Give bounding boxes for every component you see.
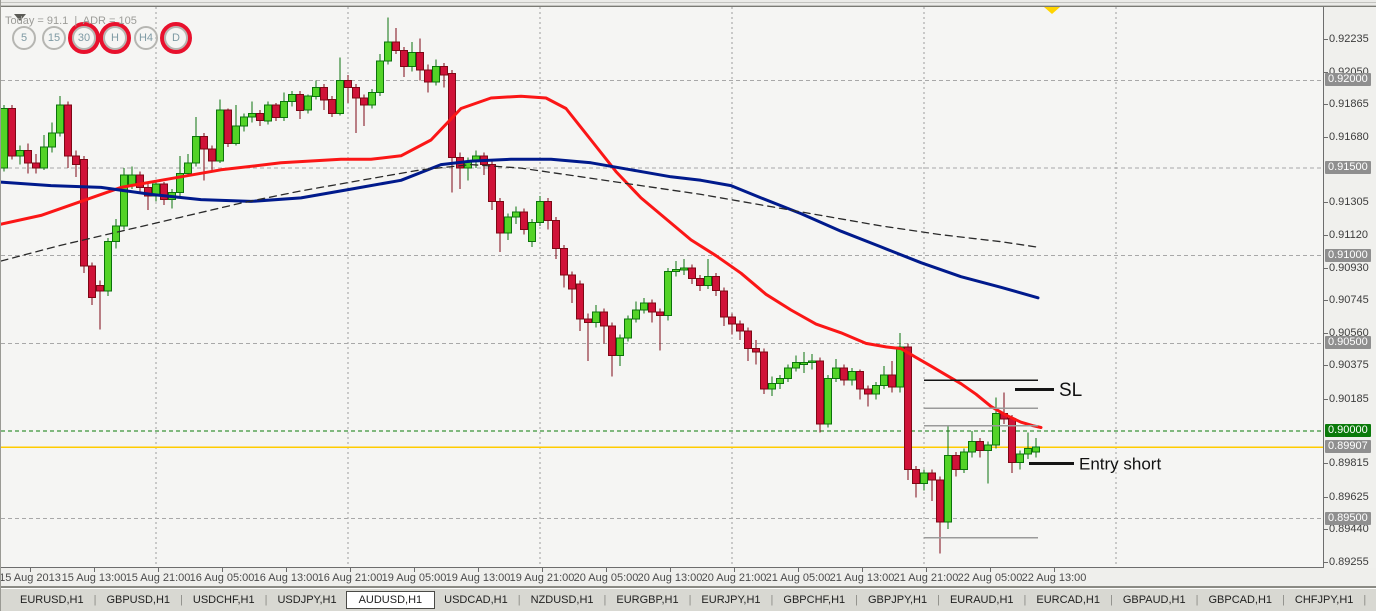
candlestick-series (1, 7, 1323, 567)
tab-gbpusd[interactable]: GBPUSD,H1 (97, 592, 179, 608)
tab-euraud[interactable]: EURAUD,H1 (941, 592, 1023, 608)
price-tick-label: 0.92235 (1324, 33, 1369, 45)
entry-pointer-label: Entry short (1079, 455, 1161, 474)
price-level-label: 0.89500 (1325, 512, 1371, 525)
red-annotation-circle (99, 22, 131, 54)
time-tick-label: 15 Aug 21:00 (125, 572, 191, 584)
time-tick-label: 16 Aug 05:00 (189, 572, 255, 584)
price-level-label: 0.90500 (1325, 336, 1371, 349)
price-tick-label: 0.90745 (1324, 294, 1369, 306)
tab-cadjpy[interactable]: CADJPY,H1 (1367, 592, 1376, 608)
timeframe-button-h4[interactable]: H4 (134, 26, 158, 50)
price-axis: 0.92235 0.92050 0.91865 0.91680 0.91305 0.911… (1323, 7, 1376, 568)
price-tick-label: 0.89255 (1324, 556, 1369, 568)
time-tick-label: 20 Aug 13:00 (637, 572, 703, 584)
window-top-strip (1, 0, 1376, 7)
tab-gbpjpy[interactable]: GBPJPY,H1 (859, 592, 936, 608)
price-tick-label: 0.89815 (1324, 457, 1369, 469)
red-annotation-circle (68, 22, 100, 54)
time-tick-label: 22 Aug 05:00 (957, 572, 1023, 584)
time-tick-label: 16 Aug 21:00 (317, 572, 383, 584)
chart-window: SL Entry short 5 15 30 H H4 D Today = 91.1 | A… (0, 0, 1376, 611)
time-tick-label: 19 Aug 21:00 (509, 572, 575, 584)
sl-pointer-label: SL (1059, 380, 1082, 401)
price-level-label: 0.91500 (1325, 161, 1371, 174)
tab-audusd[interactable]: AUDUSD,H1 (345, 591, 436, 609)
tab-usdchf[interactable]: USDCHF,H1 (184, 592, 264, 608)
tab-eurcad[interactable]: EURCAD,H1 (1027, 592, 1109, 608)
price-tick-label: 0.90930 (1324, 262, 1369, 274)
time-marker-icon (1044, 7, 1060, 14)
tab-eurusd[interactable]: EURUSD,H1 (11, 592, 93, 608)
price-tick-label: 0.89625 (1324, 491, 1369, 503)
tab-gbpaud[interactable]: GBPAUD,H1 (1114, 592, 1195, 608)
timeframe-button-5[interactable]: 5 (12, 26, 36, 50)
price-tick-label: 0.90185 (1324, 393, 1369, 405)
current-price-label: 0.89907 (1325, 440, 1371, 453)
time-tick-label: 20 Aug 05:00 (573, 572, 639, 584)
tab-gbpchf[interactable]: GBPCHF,H1 (774, 592, 854, 608)
time-tick-label: 21 Aug 21:00 (893, 572, 959, 584)
price-tick-label: 0.91680 (1324, 131, 1369, 143)
price-tick-label: 0.91120 (1324, 229, 1368, 241)
tab-gbpcad[interactable]: GBPCAD,H1 (1199, 592, 1281, 608)
price-level-label: 0.91000 (1325, 249, 1371, 262)
tab-chfjpy[interactable]: CHFJPY,H1 (1286, 592, 1362, 608)
time-tick-label: 16 Aug 13:00 (253, 572, 319, 584)
price-tick-label: 0.90375 (1324, 359, 1369, 371)
chart-plot-area[interactable]: SL Entry short 5 15 30 H H4 D Today = 91.1 | A… (1, 7, 1323, 567)
tab-usdcad[interactable]: USDCAD,H1 (435, 592, 517, 608)
price-level-label: 0.92000 (1325, 73, 1371, 86)
time-tick-label: 15 Aug 13:00 (61, 572, 127, 584)
time-axis: 15 Aug 2013 15 Aug 13:00 15 Aug 21:00 16 Au… (1, 567, 1323, 588)
red-annotation-circle (160, 22, 192, 54)
corner-marker-icon (14, 14, 26, 21)
time-tick-label: 19 Aug 13:00 (445, 572, 511, 584)
timeframe-button-15[interactable]: 15 (42, 26, 66, 50)
price-tick-label: 0.91865 (1324, 98, 1369, 110)
time-tick-label: 15 Aug 2013 (0, 572, 61, 584)
time-tick-label: 21 Aug 05:00 (765, 572, 831, 584)
time-tick-label: 20 Aug 21:00 (701, 572, 767, 584)
candlestick-chart: SL Entry short (1, 7, 1323, 567)
tab-eurjpy[interactable]: EURJPY,H1 (692, 592, 769, 608)
price-level-label: 0.90000 (1325, 424, 1371, 437)
tab-nzdusd[interactable]: NZDUSD,H1 (522, 592, 603, 608)
time-tick-label: 21 Aug 13:00 (829, 572, 895, 584)
price-tick-label: 0.91305 (1324, 196, 1369, 208)
symbol-tab-bar: EURUSD,H1 | GBPUSD,H1 | USDCHF,H1 | USDJPY,H1 A… (1, 588, 1376, 611)
tab-eurgbp[interactable]: EURGBP,H1 (607, 592, 687, 608)
tab-usdjpy[interactable]: USDJPY,H1 (268, 592, 345, 608)
time-tick-label: 19 Aug 05:00 (381, 572, 447, 584)
time-tick-label: 22 Aug 13:00 (1021, 572, 1087, 584)
